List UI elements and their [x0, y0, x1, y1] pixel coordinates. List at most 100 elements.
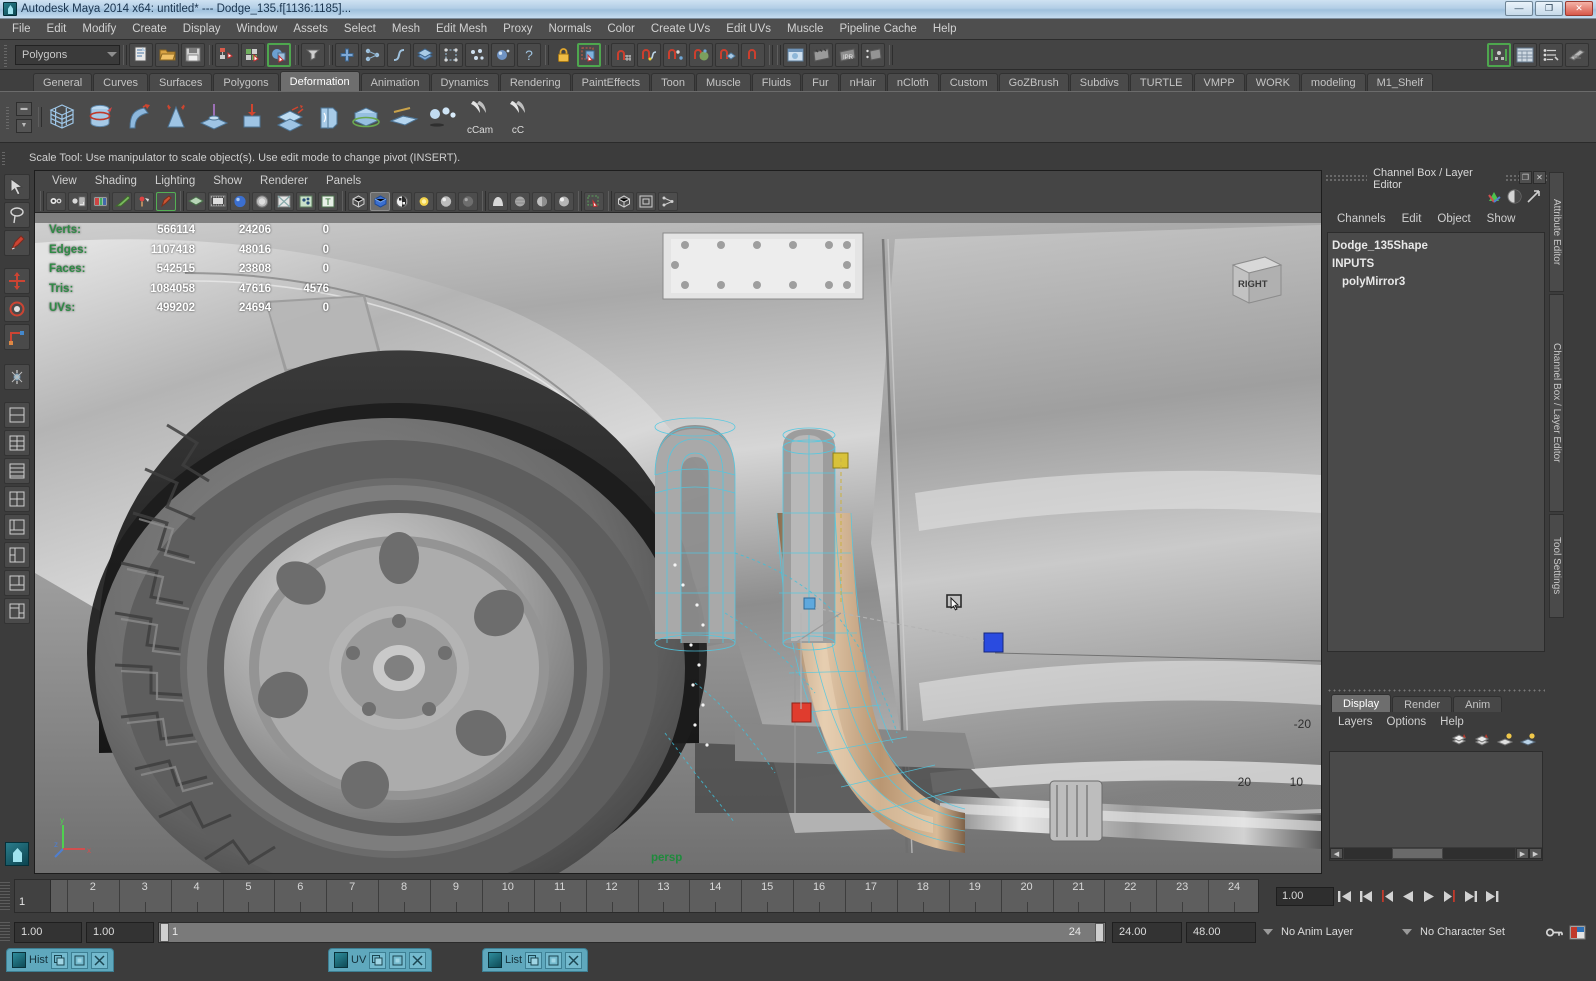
range-slider-gripper[interactable] [0, 922, 10, 942]
exposure-icon[interactable] [614, 192, 634, 211]
history-tab[interactable]: Hist [6, 948, 114, 972]
panel-undock-button[interactable]: ❐ [1519, 171, 1532, 184]
layer-menu-options[interactable]: Options [1380, 715, 1434, 729]
panel-close-button[interactable]: ✕ [1533, 171, 1546, 184]
shelf-blend-shape-icon[interactable] [423, 95, 461, 139]
shelf-flare-deformer-icon[interactable] [157, 95, 195, 139]
viewport-3d-canvas[interactable]: Verts: 566114 24206 0 Edges: 1107418 480… [35, 213, 1321, 873]
shelf-tab-gozbrush[interactable]: GoZBrush [999, 73, 1069, 91]
key-icon[interactable] [1544, 926, 1566, 939]
menu-edit[interactable]: Edit [39, 21, 75, 37]
range-right-handle[interactable] [1095, 923, 1104, 942]
viewport-menu-lighting[interactable]: Lighting [146, 174, 204, 188]
menu-create-uvs[interactable]: Create UVs [643, 21, 718, 37]
channel-box-icon[interactable] [1513, 43, 1537, 67]
smooth-shade-icon[interactable] [230, 192, 250, 211]
snap-to-view-plane-icon[interactable] [715, 43, 739, 67]
viewport-panel[interactable]: View Shading Lighting Show Renderer Pane… [34, 170, 1322, 874]
viewport-toolbar[interactable]: T [35, 190, 1321, 213]
history-clear-icon[interactable] [91, 952, 108, 969]
channel-box-menu-edit[interactable]: Edit [1394, 212, 1430, 226]
step-back-key-icon[interactable] [1377, 886, 1396, 906]
shelf-tab-deformation[interactable]: Deformation [280, 71, 360, 91]
layer-move-up-icon[interactable] [1496, 733, 1514, 750]
history-paste-icon[interactable] [71, 952, 88, 969]
right-tab-attribute-editor[interactable]: Attribute Editor [1549, 172, 1564, 292]
shelf-tab-animation[interactable]: Animation [361, 73, 430, 91]
shelf-tab-general[interactable]: General [33, 73, 92, 91]
status-line[interactable]: Polygons [0, 40, 1596, 70]
layout-outliner-icon[interactable] [4, 542, 30, 568]
shelf-gripper[interactable] [4, 105, 13, 129]
shelf-ccam-icon[interactable]: cCam [461, 95, 499, 139]
select-tool-icon[interactable] [4, 174, 30, 200]
layer-menu-layers[interactable]: Layers [1331, 715, 1380, 729]
shelf-menu-icon[interactable]: ▬ [16, 102, 32, 116]
isolate-select-icon[interactable] [584, 192, 604, 211]
show-manipulator-icon[interactable] [1486, 189, 1503, 208]
shelf-bend-deformer-icon[interactable] [119, 95, 157, 139]
layer-list-horizontal-scrollbar[interactable]: ◀ ▶ ▶ [1330, 847, 1542, 860]
shelf-tab-fur[interactable]: Fur [802, 73, 839, 91]
main-menu-bar[interactable]: File Edit Modify Create Display Window A… [0, 19, 1596, 40]
go-to-end-icon[interactable] [1482, 886, 1501, 906]
play-backwards-icon[interactable] [1398, 886, 1417, 906]
view-cube[interactable]: RIGHT [1225, 249, 1287, 311]
shelf-tab-painteffects[interactable]: PaintEffects [572, 73, 651, 91]
layer-tab-render[interactable]: Render [1392, 696, 1452, 712]
bookmark-icon[interactable] [68, 192, 88, 211]
scroll-right-arrow-2-icon[interactable]: ▶ [1529, 848, 1542, 859]
shelf-tab-work[interactable]: WORK [1246, 73, 1300, 91]
layout-custom-icon[interactable] [4, 598, 30, 624]
selection-mode-dropdown[interactable]: Polygons [15, 45, 120, 65]
shelf-twist-deformer-icon[interactable] [271, 95, 309, 139]
shelf-tab-rendering[interactable]: Rendering [500, 73, 571, 91]
scroll-left-arrow-icon[interactable]: ◀ [1330, 848, 1343, 859]
list-paste-icon[interactable] [545, 952, 562, 969]
paint-effects-toggle-icon[interactable] [156, 192, 176, 211]
range-slider-row[interactable]: 1.00 1.00 1 24 24.00 48.00 No Anim Layer… [0, 918, 1596, 946]
list-clear-icon[interactable] [565, 952, 582, 969]
menu-file[interactable]: File [4, 21, 39, 37]
minimize-button[interactable]: — [1505, 1, 1533, 16]
panel-drag-dots-left[interactable] [1325, 174, 1367, 183]
shelf-tab-surfaces[interactable]: Surfaces [149, 73, 212, 91]
command-line-row[interactable]: Hist UV [0, 946, 1596, 981]
viewport-menu-bar[interactable]: View Shading Lighting Show Renderer Pane… [35, 171, 1321, 190]
checker-texture-icon[interactable] [392, 192, 412, 211]
x-ray-icon[interactable]: T [318, 192, 338, 211]
lasso-tool-icon[interactable] [4, 202, 30, 228]
shelf-tab-polygons[interactable]: Polygons [213, 73, 278, 91]
toggle-channel-box-icon[interactable] [1507, 189, 1522, 207]
time-slider-track[interactable]: 123456789101112131415161718192021222324 [14, 879, 1259, 913]
shelf-soft-modification-icon[interactable] [385, 95, 423, 139]
list-command-group[interactable]: List [482, 948, 588, 972]
layer-editor-list[interactable]: ◀ ▶ ▶ [1329, 751, 1543, 861]
step-forward-frame-icon[interactable] [1461, 886, 1480, 906]
shelf-wave-deformer-icon[interactable] [309, 95, 347, 139]
highlight-selection-icon[interactable] [577, 43, 601, 67]
menu-window[interactable]: Window [228, 21, 285, 37]
window-controls[interactable]: — ❐ ✕ [1505, 1, 1593, 16]
shelf-squash-deformer-icon[interactable] [233, 95, 271, 139]
last-tool-icon[interactable] [4, 364, 30, 390]
save-scene-icon[interactable] [181, 43, 205, 67]
list-copy-icon[interactable] [525, 952, 542, 969]
show-manipulator-icon[interactable] [1487, 43, 1511, 67]
render-settings-icon[interactable] [861, 43, 885, 67]
viewport-menu-show[interactable]: Show [204, 174, 251, 188]
shelf-cluster-deformer-icon[interactable] [347, 95, 385, 139]
shelf-tab-bar[interactable]: General Curves Surfaces Polygons Deforma… [0, 70, 1596, 91]
scroll-thumb[interactable] [1392, 848, 1443, 859]
new-layer-from-selected-icon[interactable] [1473, 733, 1491, 750]
open-scene-icon[interactable] [155, 43, 179, 67]
gamma-icon[interactable] [636, 192, 656, 211]
layer-editor[interactable]: Display Render Anim Layers Options Help [1327, 686, 1545, 872]
help-icon[interactable]: ? [517, 43, 541, 67]
close-button[interactable]: ✕ [1565, 1, 1593, 16]
channel-box-menu-object[interactable]: Object [1429, 212, 1478, 226]
layer-tab-display[interactable]: Display [1331, 694, 1391, 712]
select-by-point-icon[interactable] [361, 43, 385, 67]
history-copy-icon[interactable] [51, 952, 68, 969]
menu-normals[interactable]: Normals [541, 21, 600, 37]
